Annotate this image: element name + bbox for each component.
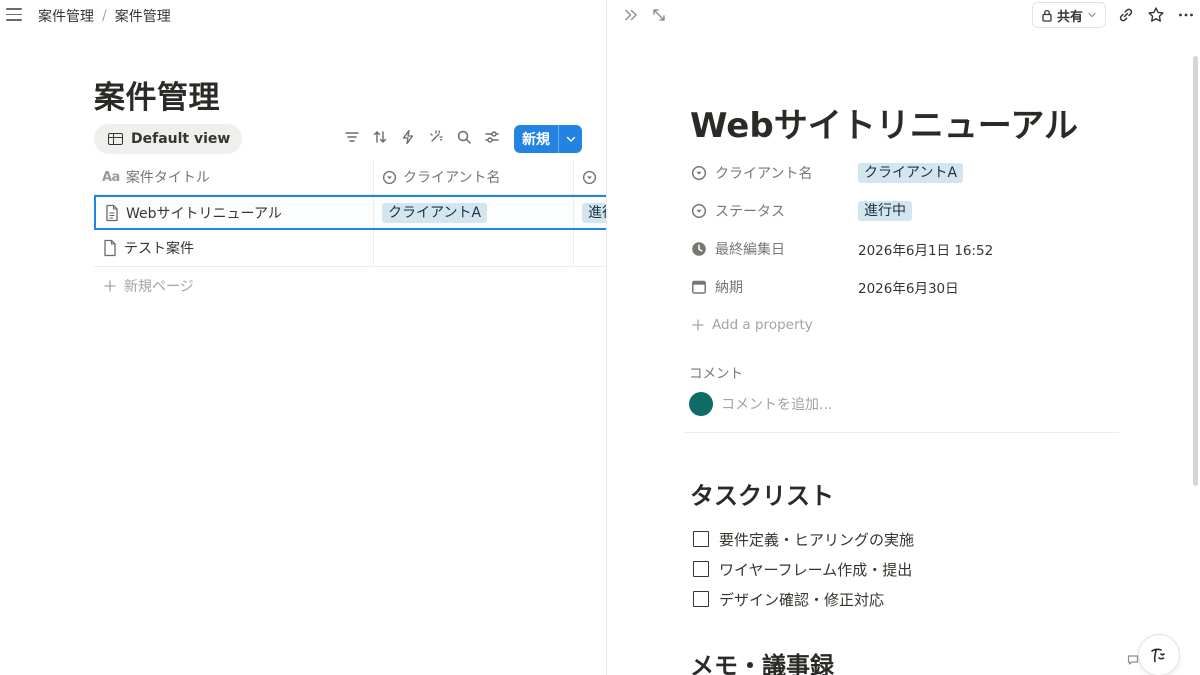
title-cell[interactable]: テスト案件	[94, 230, 374, 266]
table-header: Aa 案件タイトル クライアント名	[94, 160, 606, 195]
property-client[interactable]: クライアント名 クライアントA	[690, 154, 1110, 192]
table-icon	[108, 133, 123, 145]
client-cell[interactable]	[374, 230, 574, 266]
client-cell[interactable]: クライアントA	[374, 197, 574, 228]
breadcrumb: 案件管理 / 案件管理	[38, 6, 171, 26]
top-bar: 案件管理 / 案件管理	[0, 0, 606, 30]
property-due-date[interactable]: 納期 2026年6月30日	[690, 268, 1110, 306]
help-button[interactable]	[1138, 634, 1180, 675]
ai-sparkle-icon[interactable]	[428, 129, 444, 145]
property-status[interactable]: ステータス 進行中	[690, 192, 1110, 230]
menu-icon[interactable]	[6, 8, 22, 22]
select-icon	[582, 170, 597, 184]
sort-icon[interactable]	[372, 129, 388, 145]
title-cell[interactable]: Webサイトリニューアル	[96, 197, 374, 228]
peek-topbar: 共有	[607, 0, 1200, 32]
lock-icon	[1042, 9, 1052, 22]
select-icon	[691, 203, 707, 219]
memo-heading[interactable]: メモ・議事録	[690, 646, 834, 675]
chevron-down-icon	[1088, 12, 1096, 18]
comment-input[interactable]: コメントを追加...	[721, 394, 832, 414]
page-title[interactable]: 案件管理	[94, 72, 220, 117]
todo-item[interactable]: デザイン確認・修正対応	[693, 584, 914, 614]
view-tab-default[interactable]: Default view	[94, 124, 243, 154]
properties-list: クライアント名 クライアントA ステータス 進行中 最終編集日 2026年6月1…	[690, 154, 1110, 344]
page-icon	[104, 239, 116, 257]
avatar	[689, 392, 713, 416]
add-property-button[interactable]: Add a property	[690, 306, 1110, 344]
status-tag: 進行中	[582, 202, 606, 223]
select-icon	[382, 170, 397, 184]
database-table: Aa 案件タイトル クライアント名 Webサイトリニューアル クライアントA 進…	[94, 160, 606, 304]
client-tag[interactable]: クライアントA	[858, 163, 964, 183]
share-button[interactable]: 共有	[1032, 2, 1107, 28]
todo-item[interactable]: ワイヤーフレーム作成・提出	[693, 554, 914, 584]
comments-label: コメント	[689, 366, 743, 382]
document-icon	[106, 204, 118, 221]
new-button[interactable]: 新規	[514, 125, 582, 153]
new-button-label: 新規	[522, 132, 550, 148]
column-header-status[interactable]	[574, 160, 606, 194]
plus-icon	[692, 319, 704, 331]
property-last-edited[interactable]: 最終編集日 2026年6月1日 16:52	[690, 230, 1110, 268]
new-page-row[interactable]: 新規ページ	[94, 267, 606, 304]
client-tag: クライアントA	[382, 202, 488, 223]
scrollbar[interactable]	[1193, 56, 1198, 486]
table-row[interactable]: テスト案件	[94, 230, 606, 267]
task-heading[interactable]: タスクリスト	[690, 476, 834, 511]
breadcrumb-item[interactable]: 案件管理	[115, 6, 171, 26]
close-peek-icon[interactable]	[623, 7, 639, 23]
todo-item[interactable]: 要件定義・ヒアリングの実施	[693, 524, 914, 554]
clock-icon	[692, 242, 706, 256]
view-tab-label: Default view	[131, 131, 231, 147]
plus-icon	[104, 279, 116, 292]
view-toolbar: Default view 新規	[94, 124, 584, 154]
more-icon[interactable]	[1177, 6, 1195, 24]
comments-section: コメント コメントを追加...	[689, 362, 1125, 416]
filter-icon[interactable]	[344, 129, 360, 145]
select-icon	[691, 165, 707, 181]
comment-input-row[interactable]: コメントを追加...	[689, 392, 1125, 416]
section-divider	[683, 432, 1119, 433]
toolbar-actions	[344, 129, 500, 145]
column-header-client[interactable]: クライアント名	[374, 160, 574, 194]
chevron-down-icon[interactable]	[559, 133, 582, 145]
breadcrumb-item[interactable]: 案件管理	[38, 6, 94, 26]
star-icon[interactable]	[1147, 6, 1165, 24]
notion-ai-face-icon	[1151, 648, 1165, 663]
database-pane: 案件管理 / 案件管理 案件管理 Default view 新規 Aa 案件タイ…	[0, 0, 606, 675]
status-tag[interactable]: 進行中	[858, 201, 912, 221]
side-peek-pane: 共有 Webサイトリニューアル クライアント名 クライアントA ステータス 進行…	[607, 0, 1200, 675]
table-row[interactable]: Webサイトリニューアル クライアントA 進行中	[94, 195, 606, 230]
breadcrumb-separator: /	[102, 8, 107, 24]
settings-sliders-icon[interactable]	[484, 129, 500, 145]
text-type-icon: Aa	[102, 169, 120, 185]
search-icon[interactable]	[456, 129, 472, 145]
link-icon[interactable]	[1117, 6, 1135, 24]
peek-page-title[interactable]: Webサイトリニューアル	[690, 98, 1078, 147]
expand-icon[interactable]	[651, 7, 667, 23]
calendar-icon	[692, 280, 706, 294]
status-cell[interactable]: 進行中	[574, 197, 606, 228]
todo-list: 要件定義・ヒアリングの実施 ワイヤーフレーム作成・提出 デザイン確認・修正対応	[693, 524, 914, 614]
checkbox[interactable]	[693, 561, 709, 577]
automation-icon[interactable]	[400, 129, 416, 145]
share-label: 共有	[1057, 9, 1084, 25]
column-header-title[interactable]: Aa 案件タイトル	[94, 160, 374, 194]
checkbox[interactable]	[693, 591, 709, 607]
status-cell[interactable]	[574, 230, 606, 266]
checkbox[interactable]	[693, 531, 709, 547]
